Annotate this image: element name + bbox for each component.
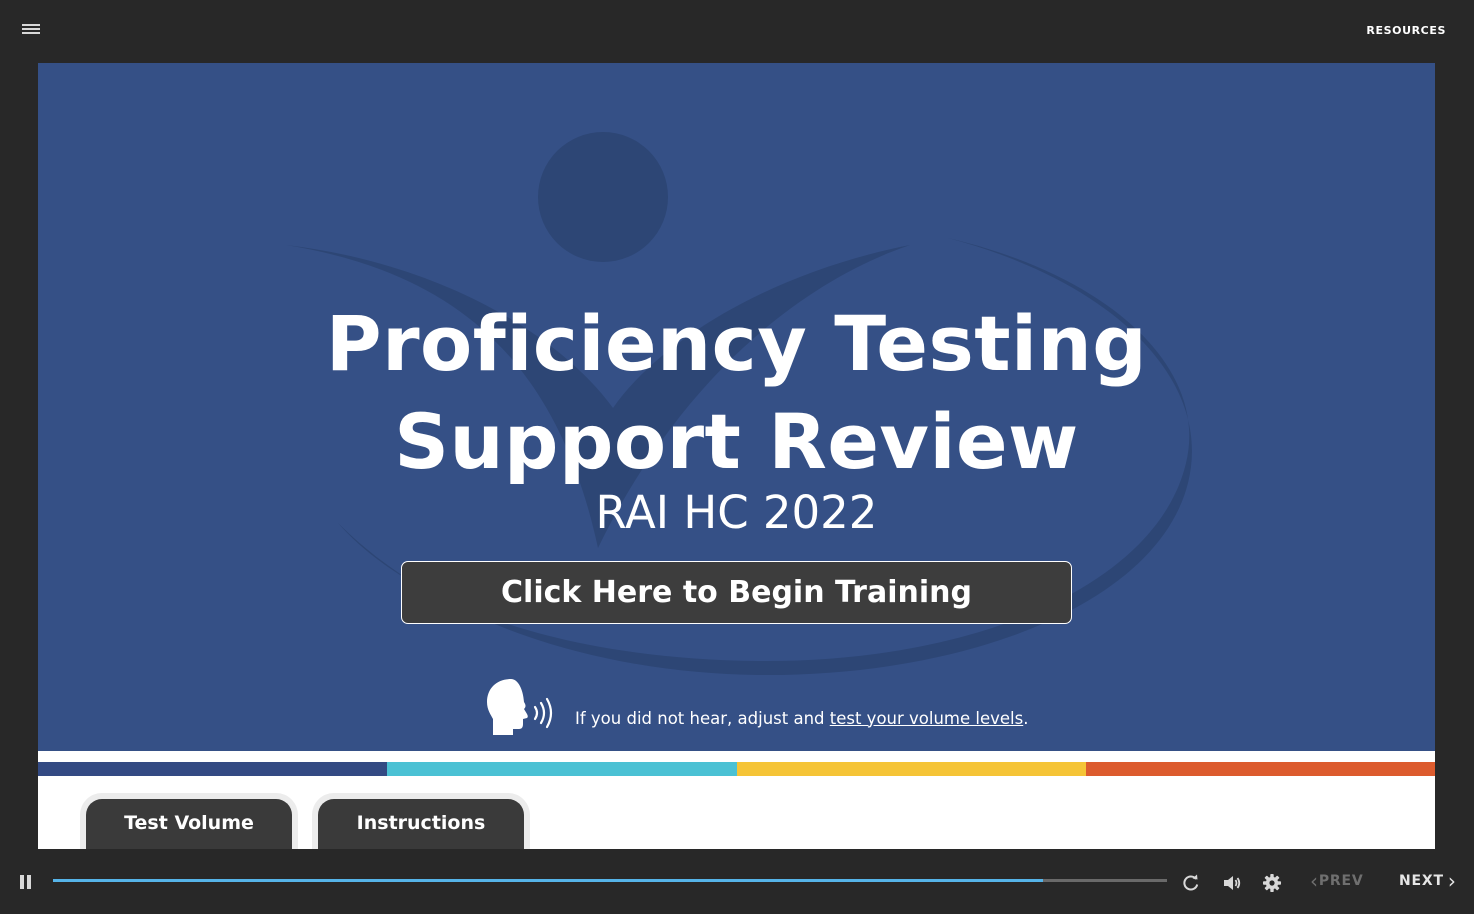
prev-label: PREV (1318, 873, 1364, 889)
color-strip-segment (38, 762, 388, 776)
resources-button[interactable]: RESOURCES (1366, 24, 1446, 37)
next-button[interactable]: NEXT › (1399, 869, 1457, 893)
pause-icon[interactable] (20, 875, 32, 889)
next-label: NEXT (1399, 873, 1444, 889)
speaking-head-icon (487, 679, 553, 735)
test-volume-tab-frame: Test Volume (80, 793, 298, 849)
volume-note-prefix: If you did not hear, adjust and (575, 708, 830, 728)
volume-icon[interactable] (1222, 873, 1242, 893)
hero-panel: Proficiency Testing Support Review RAI H… (38, 63, 1435, 751)
begin-training-button[interactable]: Click Here to Begin Training (401, 561, 1072, 624)
seek-bar[interactable] (53, 879, 1167, 882)
instructions-tab-frame: Instructions (312, 793, 530, 849)
hamburger-menu-icon[interactable] (22, 24, 42, 38)
seek-bar-progress (53, 879, 1044, 882)
prev-button[interactable]: ‹ PREV (1310, 869, 1364, 893)
settings-gear-icon[interactable] (1262, 873, 1282, 893)
chevron-right-icon: › (1447, 869, 1457, 893)
color-strip-segment (387, 762, 737, 776)
chevron-left-icon: ‹ (1310, 869, 1319, 893)
replay-icon[interactable] (1181, 873, 1201, 893)
instructions-button[interactable]: Instructions (318, 799, 524, 849)
course-title: Proficiency Testing Support Review (38, 295, 1435, 491)
slide-stage: Proficiency Testing Support Review RAI H… (38, 63, 1435, 849)
color-strip (38, 762, 1435, 776)
course-title-line-2: Support Review (394, 397, 1079, 486)
volume-note-suffix: . (1023, 708, 1029, 728)
player-controls: ‹ PREV NEXT › (0, 849, 1474, 914)
top-bar: RESOURCES (0, 0, 1474, 63)
test-volume-link[interactable]: test your volume levels (830, 709, 1023, 728)
volume-note: If you did not hear, adjust and test you… (485, 677, 1028, 737)
course-subtitle: RAI HC 2022 (595, 486, 878, 539)
color-strip-segment (1085, 762, 1435, 776)
volume-note-text: If you did not hear, adjust and test you… (575, 709, 1028, 728)
color-strip-segment (736, 762, 1086, 776)
test-volume-button[interactable]: Test Volume (86, 799, 292, 849)
course-title-line-1: Proficiency Testing (325, 299, 1148, 388)
